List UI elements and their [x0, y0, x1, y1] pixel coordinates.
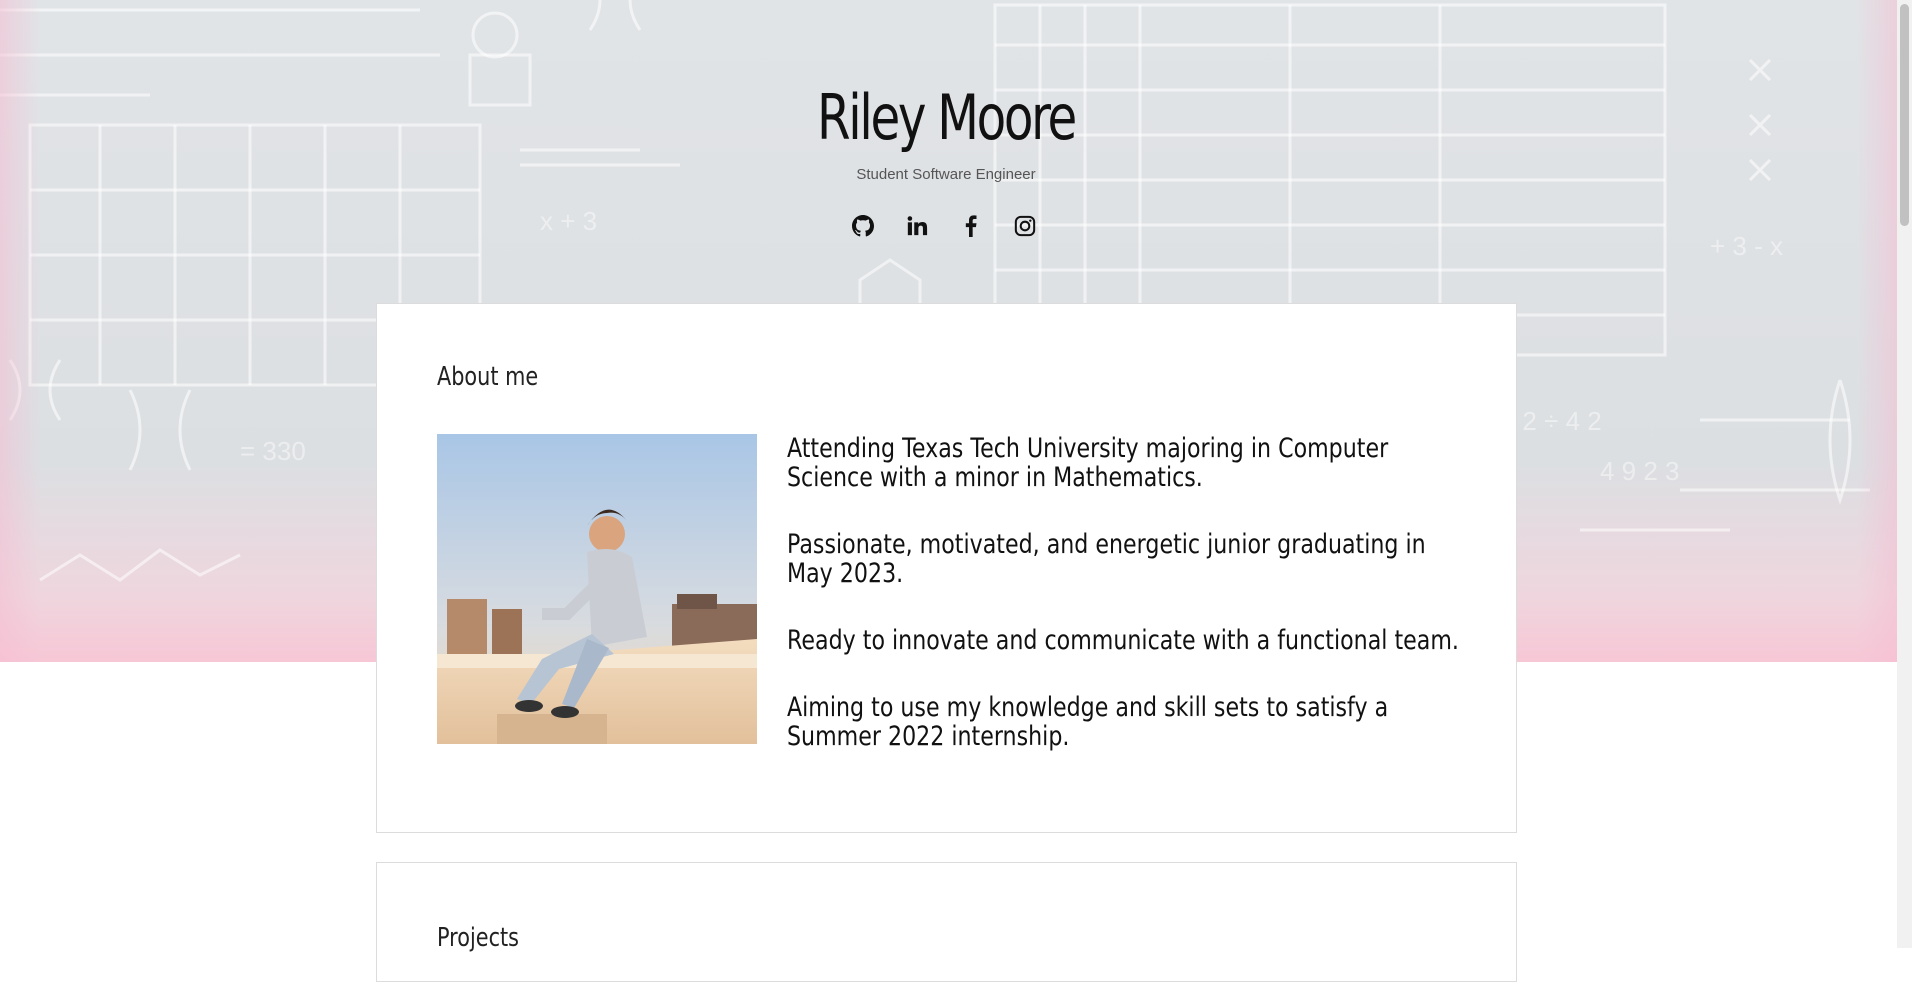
about-title: About me	[437, 362, 539, 392]
svg-text:4 9 2 3: 4 9 2 3	[1600, 456, 1680, 486]
hero-right-tint	[1857, 0, 1897, 662]
about-paragraph: Passionate, motivated, and energetic jun…	[787, 529, 1426, 589]
about-text: Attending Texas Tech University majoring…	[787, 434, 1477, 789]
projects-card: Projects	[376, 862, 1517, 982]
social-links	[851, 212, 1037, 240]
svg-text:= 330: = 330	[240, 436, 306, 466]
linkedin-icon[interactable]	[905, 212, 929, 240]
about-paragraph: Ready to innovate and communicate with a…	[787, 625, 1459, 656]
hero-left-tint	[0, 0, 40, 662]
github-icon[interactable]	[851, 212, 875, 240]
page-scrollbar[interactable]	[1897, 0, 1912, 948]
about-card: About me Attending Texas Tech University…	[376, 303, 1517, 833]
svg-text:+ 3 - x: + 3 - x	[1710, 231, 1783, 261]
instagram-icon[interactable]	[1013, 212, 1037, 240]
svg-text:x + 3: x + 3	[540, 206, 597, 236]
site-subtitle: Student Software Engineer	[856, 166, 1036, 183]
scrollbar-thumb[interactable]	[1900, 4, 1909, 226]
projects-title: Projects	[437, 923, 520, 953]
profile-photo	[437, 434, 757, 744]
facebook-icon[interactable]	[959, 212, 983, 240]
site-owner-name: Riley Moore	[817, 81, 1077, 154]
about-paragraph: Attending Texas Tech University majoring…	[787, 433, 1389, 493]
about-paragraph: Aiming to use my knowledge and skill set…	[787, 692, 1389, 752]
